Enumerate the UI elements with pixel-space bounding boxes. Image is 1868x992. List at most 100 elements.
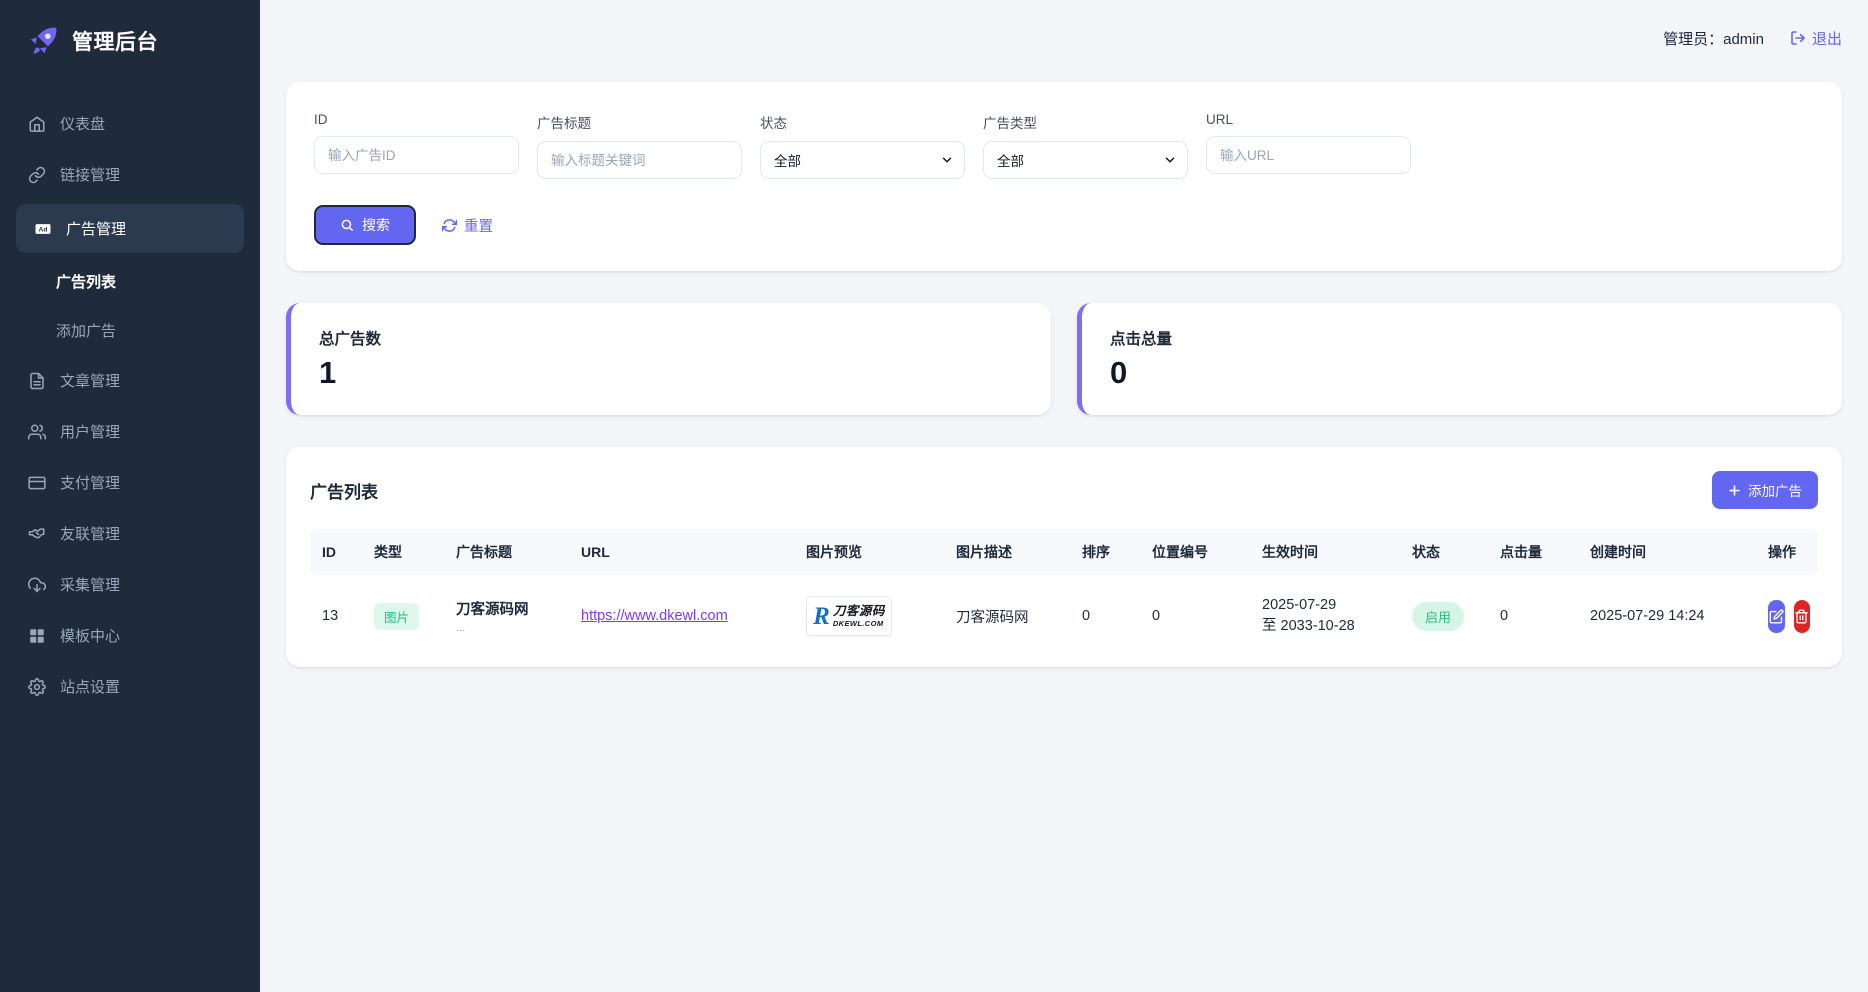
table-title: 广告列表 (310, 478, 378, 503)
admin-label: 管理员： (1663, 31, 1723, 48)
col-title: 广告标题 (448, 529, 573, 575)
app-title: 管理后台 (72, 26, 158, 56)
sidebar-subitem-label: 添加广告 (56, 323, 116, 340)
handshake-icon (28, 525, 46, 543)
sidebar-subitem-ad-list[interactable]: 广告列表 (0, 257, 260, 306)
search-icon (340, 218, 354, 232)
sidebar-item-site-settings[interactable]: 站点设置 (0, 661, 260, 712)
cell-title: 刀客源码网 ... (448, 575, 573, 657)
col-position: 位置编号 (1144, 529, 1254, 575)
col-url: URL (573, 529, 798, 575)
cell-actions (1760, 575, 1818, 657)
cell-id: 13 (310, 575, 366, 657)
filter-panel: ID 广告标题 状态 全部 广告类型 全部 (286, 82, 1842, 271)
ad-type-select-value: 全部 (997, 150, 1024, 170)
status-select[interactable]: 全部 (760, 141, 965, 179)
col-clicks: 点击量 (1492, 529, 1582, 575)
effective-to: 至 2033-10-28 (1262, 616, 1396, 637)
topbar: 管理员：admin 退出 (286, 22, 1842, 54)
gear-icon (28, 678, 46, 696)
effective-from: 2025-07-29 (1262, 595, 1396, 616)
sidebar-item-links[interactable]: 链接管理 (0, 149, 260, 200)
sidebar-item-dashboard[interactable]: 仪表盘 (0, 98, 260, 149)
col-sort: 排序 (1074, 529, 1144, 575)
main-content: 管理员：admin 退出 ID 广告标题 状态 全部 (260, 0, 1868, 992)
sidebar-item-collection[interactable]: 采集管理 (0, 559, 260, 610)
edit-icon (1769, 609, 1784, 624)
sidebar-item-payments[interactable]: 支付管理 (0, 457, 260, 508)
cell-effective-time: 2025-07-29 至 2033-10-28 (1254, 575, 1404, 657)
col-type: 类型 (366, 529, 448, 575)
sidebar-item-friend-links[interactable]: 友联管理 (0, 508, 260, 559)
link-icon (28, 166, 46, 184)
row-actions (1768, 600, 1810, 633)
sidebar-item-users[interactable]: 用户管理 (0, 406, 260, 457)
ad-title-input[interactable] (537, 141, 742, 179)
chevron-down-icon (1163, 153, 1177, 167)
stat-title: 总广告数 (319, 327, 1023, 349)
sidebar-item-label: 用户管理 (60, 421, 120, 442)
filter-field-status: 状态 全部 (760, 112, 965, 179)
users-icon (28, 423, 46, 441)
cell-clicks: 0 (1492, 575, 1582, 657)
filter-field-ad-type: 广告类型 全部 (983, 112, 1188, 179)
table-row: 13 图片 刀客源码网 ... https://www.dkewl.com R … (310, 575, 1818, 657)
brand-mark: R (813, 604, 830, 629)
sidebar-item-ads[interactable]: Ad 广告管理 (16, 204, 244, 253)
edit-button[interactable] (1768, 600, 1785, 633)
logout-link[interactable]: 退出 (1790, 28, 1842, 49)
ad-table-body: 13 图片 刀客源码网 ... https://www.dkewl.com R … (310, 575, 1818, 657)
svg-text:Ad: Ad (39, 226, 48, 233)
ad-list-panel: 广告列表 添加广告 ID 类型 广告标题 URL 图片预览 图片描述 (286, 447, 1842, 667)
brand-text: 刀客源码 DKEWL.COM (833, 605, 885, 627)
ad-url-link[interactable]: https://www.dkewl.com (581, 608, 728, 624)
sidebar-nav: 仪表盘 链接管理 Ad 广告管理 广告列表 添加广告 文章管理 用户管理 支付管… (0, 98, 260, 712)
chevron-down-icon (940, 153, 954, 167)
status-select-value: 全部 (774, 150, 801, 170)
sidebar-item-label: 链接管理 (60, 164, 120, 185)
field-label: 广告标题 (537, 112, 742, 132)
ad-image-preview[interactable]: R 刀客源码 DKEWL.COM (806, 596, 892, 636)
cell-image-preview: R 刀客源码 DKEWL.COM (798, 575, 948, 657)
filter-fields: ID 广告标题 状态 全部 广告类型 全部 (314, 112, 1814, 179)
search-button[interactable]: 搜索 (314, 205, 416, 245)
type-badge: 图片 (374, 603, 419, 630)
ad-title-text: 刀客源码网 (456, 598, 565, 619)
sidebar-item-label: 仪表盘 (60, 113, 105, 134)
filter-field-id: ID (314, 112, 519, 179)
sidebar-item-articles[interactable]: 文章管理 (0, 355, 260, 406)
sidebar-item-label: 广告管理 (66, 218, 126, 239)
ad-type-select[interactable]: 全部 (983, 141, 1188, 179)
home-icon (28, 115, 46, 133)
sidebar-subitem-label: 广告列表 (56, 274, 116, 291)
add-ad-button[interactable]: 添加广告 (1712, 471, 1818, 509)
brand-domain: DKEWL.COM (833, 620, 885, 628)
reset-button[interactable]: 重置 (442, 215, 493, 236)
stat-card-total-clicks: 点击总量 0 (1077, 303, 1842, 415)
app-logo: 管理后台 (0, 0, 260, 68)
cell-image-desc: 刀客源码网 (948, 575, 1074, 657)
logout-label: 退出 (1812, 28, 1842, 49)
stat-value: 1 (319, 355, 1023, 391)
stat-value: 0 (1110, 355, 1814, 391)
stat-cards: 总广告数 1 点击总量 0 (286, 303, 1842, 415)
sidebar-subitem-add-ad[interactable]: 添加广告 (0, 306, 260, 355)
col-id: ID (310, 529, 366, 575)
admin-info: 管理员：admin (1663, 28, 1764, 49)
sidebar-item-label: 友联管理 (60, 523, 120, 544)
sidebar-item-templates[interactable]: 模板中心 (0, 610, 260, 661)
url-input[interactable] (1206, 136, 1411, 174)
ad-table-head: ID 类型 广告标题 URL 图片预览 图片描述 排序 位置编号 生效时间 状态… (310, 529, 1818, 575)
filter-field-title: 广告标题 (537, 112, 742, 179)
col-status: 状态 (1404, 529, 1492, 575)
table-header-bar: 广告列表 添加广告 (310, 471, 1818, 509)
sidebar-item-label: 模板中心 (60, 625, 120, 646)
ad-id-input[interactable] (314, 136, 519, 174)
cell-type: 图片 (366, 575, 448, 657)
cell-url: https://www.dkewl.com (573, 575, 798, 657)
ad-table: ID 类型 广告标题 URL 图片预览 图片描述 排序 位置编号 生效时间 状态… (310, 529, 1818, 657)
col-created: 创建时间 (1582, 529, 1760, 575)
col-effective-time: 生效时间 (1254, 529, 1404, 575)
delete-button[interactable] (1794, 600, 1811, 633)
reset-button-label: 重置 (464, 215, 493, 236)
